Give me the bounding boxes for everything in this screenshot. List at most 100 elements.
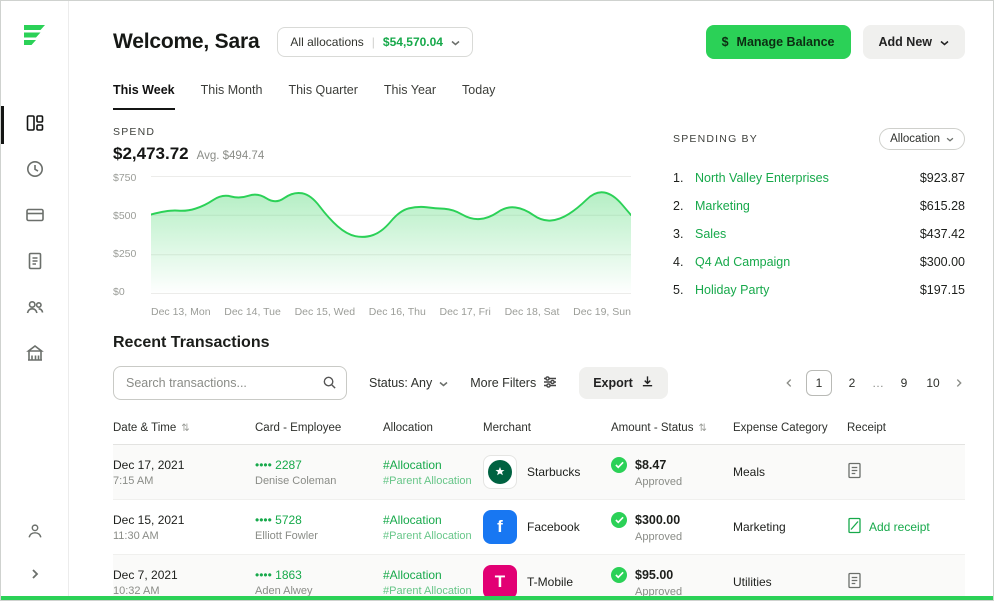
column-header-amount-status[interactable]: Amount - Status ⇅: [611, 422, 733, 434]
search-input[interactable]: [113, 366, 347, 400]
chevron-down-icon: [439, 376, 448, 390]
allocation-link[interactable]: North Valley Enterprises: [695, 171, 920, 185]
allocation-selector[interactable]: All allocations | $54,570.04: [277, 27, 473, 57]
x-tick: Dec 15, Wed: [294, 306, 356, 318]
page-button-2[interactable]: 2: [843, 376, 861, 390]
sidebar-item-overview[interactable]: [1, 106, 68, 144]
export-label: Export: [593, 376, 633, 390]
spending-by-item: 1. North Valley Enterprises $923.87: [673, 164, 965, 192]
tab-this-week[interactable]: This Week: [113, 83, 175, 110]
page-button-9[interactable]: 9: [895, 376, 913, 390]
transactions-toolbar: Status: Any More Filters: [113, 366, 965, 400]
receipt-icon[interactable]: [847, 572, 862, 592]
amount-label: $923.87: [919, 171, 965, 185]
tab-today[interactable]: Today: [462, 83, 495, 110]
next-page-icon[interactable]: [953, 377, 965, 389]
column-header-date[interactable]: Date & Time ⇅: [113, 422, 255, 434]
allocation-link[interactable]: Holiday Party: [695, 283, 920, 297]
amount-status-cell: $300.00 Approved: [611, 511, 733, 543]
category-cell: Utilities: [733, 575, 772, 589]
prev-page-icon[interactable]: [783, 377, 795, 389]
allocation-link[interactable]: Marketing: [695, 199, 920, 213]
spending-by-item: 3. Sales $437.42: [673, 220, 965, 248]
amount-label: $300.00: [919, 255, 965, 269]
y-tick: $0: [113, 286, 125, 298]
table-row[interactable]: Dec 7, 2021 10:32 AM •••• 1863 Aden Alwe…: [113, 555, 965, 600]
x-tick: Dec 16, Thu: [368, 306, 426, 318]
date-cell: Dec 15, 2021 11:30 AM: [113, 512, 185, 542]
table-header-row: Date & Time ⇅ Card - Employee Allocation…: [113, 416, 965, 445]
rank-label: 5.: [673, 283, 684, 297]
spend-average: Avg. $494.74: [196, 150, 265, 162]
page-button-1[interactable]: 1: [806, 370, 832, 396]
manage-balance-button[interactable]: $ Manage Balance: [705, 25, 851, 59]
tab-this-quarter[interactable]: This Quarter: [288, 83, 357, 110]
chevron-down-icon: [451, 35, 460, 49]
allocation-link[interactable]: Q4 Ad Campaign: [695, 255, 920, 269]
category-cell: Meals: [733, 465, 766, 479]
allocation-selector-label: All allocations: [290, 35, 364, 49]
approved-check-icon: [611, 566, 627, 583]
merchant-name: Facebook: [527, 520, 580, 534]
chevron-down-icon: [946, 133, 954, 145]
tab-this-year[interactable]: This Year: [384, 83, 436, 110]
column-header-allocation: Allocation: [383, 422, 483, 434]
spending-by-filter[interactable]: Allocation: [879, 128, 965, 150]
sidebar-item-cards[interactable]: [1, 198, 68, 236]
category-cell: Marketing: [733, 520, 786, 534]
sidebar-item-people[interactable]: [1, 290, 68, 328]
receipt-cell[interactable]: [847, 572, 965, 592]
column-label: Allocation: [383, 422, 433, 434]
spend-chart-panel: SPEND $2,473.72 Avg. $494.74 $750 $500 $…: [113, 126, 631, 318]
x-tick: Dec 17, Fri: [439, 306, 491, 318]
column-header-receipt: Receipt: [847, 422, 965, 434]
top-actions: $ Manage Balance Add New: [705, 25, 965, 59]
sidebar-item-history[interactable]: [1, 152, 68, 190]
spending-by-item: 4. Q4 Ad Campaign $300.00: [673, 248, 965, 276]
sort-icon[interactable]: ⇅: [181, 423, 189, 434]
card-employee-cell: •••• 1863 Aden Alwey: [255, 567, 313, 597]
sidebar-item-documents[interactable]: [1, 244, 68, 282]
app-window: Welcome, Sara All allocations | $54,570.…: [0, 0, 994, 601]
page-title: Welcome, Sara: [113, 30, 260, 53]
column-label: Card - Employee: [255, 422, 342, 434]
allocation-cell[interactable]: #Allocation #Parent Allocation: [383, 458, 483, 487]
rank-label: 4.: [673, 255, 684, 269]
more-filters-button[interactable]: More Filters: [470, 375, 557, 392]
spending-by-item: 5. Holiday Party $197.15: [673, 276, 965, 304]
amount-value: $95.00: [635, 567, 674, 582]
spending-by-label: SPENDING BY: [673, 133, 758, 145]
history-icon: [25, 159, 45, 184]
chart-x-axis: Dec 13, Mon Dec 14, Tue Dec 15, Wed Dec …: [151, 306, 631, 318]
cards-icon: [25, 205, 45, 230]
card-employee-cell: •••• 2287 Denise Coleman: [255, 457, 337, 487]
sidebar-item-accounting[interactable]: [1, 336, 68, 374]
rank-label: 2.: [673, 199, 684, 213]
y-tick: $250: [113, 248, 137, 260]
collapse-chevron-icon[interactable]: [28, 567, 42, 586]
top-bar: Welcome, Sara All allocations | $54,570.…: [113, 25, 965, 59]
receipt-icon[interactable]: [847, 462, 862, 482]
spend-area-chart: [151, 176, 631, 294]
column-label: Merchant: [483, 422, 531, 434]
column-label: Receipt: [847, 422, 886, 434]
merchant-cell: f Facebook: [483, 510, 611, 544]
sort-icon[interactable]: ⇅: [698, 423, 706, 434]
table-row[interactable]: Dec 17, 2021 7:15 AM •••• 2287 Denise Co…: [113, 445, 965, 500]
receipt-cell[interactable]: [847, 462, 965, 482]
account-icon[interactable]: [26, 522, 44, 545]
card-employee-cell: •••• 5728 Elliott Fowler: [255, 512, 318, 542]
column-label: Expense Category: [733, 422, 828, 434]
export-button[interactable]: Export: [579, 367, 668, 399]
page-button-10[interactable]: 10: [924, 376, 942, 390]
allocation-cell[interactable]: #Allocation #Parent Allocation: [383, 513, 483, 542]
table-row[interactable]: Dec 15, 2021 11:30 AM •••• 5728 Elliott …: [113, 500, 965, 555]
spend-total: $2,473.72: [113, 144, 189, 163]
add-receipt-button[interactable]: Add receipt: [847, 517, 965, 537]
tab-this-month[interactable]: This Month: [201, 83, 263, 110]
column-header-category: Expense Category: [733, 422, 847, 434]
status-filter[interactable]: Status: Any: [369, 376, 448, 390]
allocation-cell[interactable]: #Allocation #Parent Allocation: [383, 568, 483, 597]
add-new-button[interactable]: Add New: [862, 25, 965, 59]
allocation-link[interactable]: Sales: [695, 227, 920, 241]
